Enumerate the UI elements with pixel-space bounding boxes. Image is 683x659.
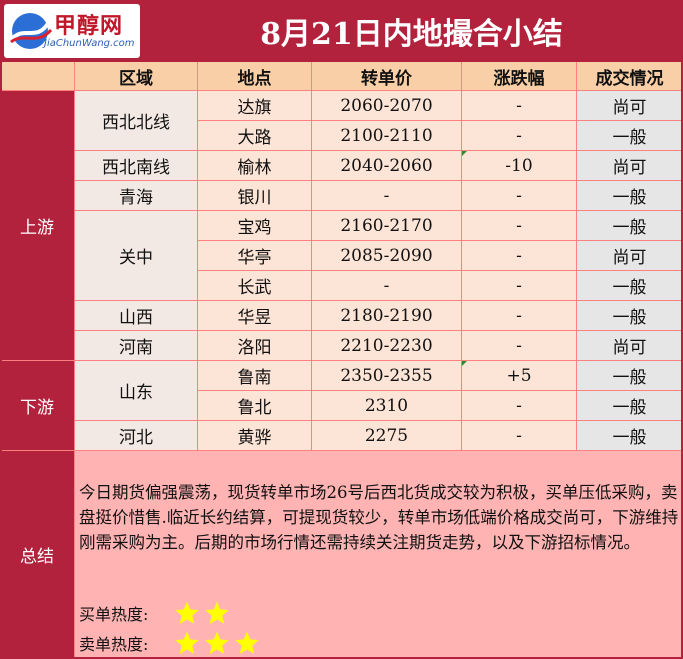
region-cell: 河北 <box>75 421 198 451</box>
deal-cell: 一般 <box>577 361 683 391</box>
header-change: 涨跌幅 <box>462 62 577 91</box>
price-cell: 2275 <box>312 421 462 451</box>
place-cell: 宝鸡 <box>198 211 312 241</box>
place-cell: 华昱 <box>198 301 312 331</box>
place-cell: 黄骅 <box>198 421 312 451</box>
place-cell: 达旗 <box>198 91 312 121</box>
star-icon <box>175 631 200 654</box>
change-cell: - <box>462 301 577 331</box>
buy-heat-label: 买单热度: <box>79 605 149 624</box>
deal-cell: 一般 <box>577 271 683 301</box>
change-cell: -10 <box>462 151 577 181</box>
place-cell: 鲁北 <box>198 391 312 421</box>
sell-heat-stars <box>174 630 260 656</box>
deal-cell: 一般 <box>577 121 683 151</box>
price-cell: - <box>312 271 462 301</box>
sell-heat-label: 卖单热度: <box>79 635 149 654</box>
region-cell: 西北南线 <box>75 151 198 181</box>
change-cell: - <box>462 241 577 271</box>
place-cell: 洛阳 <box>198 331 312 361</box>
star-icon <box>205 631 230 654</box>
deal-cell: 一般 <box>577 181 683 211</box>
section-downstream: 下游 <box>0 361 75 451</box>
region-cell: 关中 <box>75 211 198 301</box>
change-cell: - <box>462 181 577 211</box>
comment-marker-icon <box>462 151 467 156</box>
summary-sheet: 甲醇网 JiaChunWang.com 8月21日内地撮合小结 区域 地点 转单价涨… <box>0 0 683 659</box>
star-icon <box>175 601 200 624</box>
place-cell: 华亭 <box>198 241 312 271</box>
change-cell: - <box>462 121 577 151</box>
logo-url: JiaChunWang.com <box>44 38 135 49</box>
region-cell: 西北北线 <box>75 91 198 151</box>
price-cell: 2060-2070 <box>312 91 462 121</box>
change-cell: - <box>462 331 577 361</box>
change-cell: - <box>462 91 577 121</box>
change-cell: - <box>462 421 577 451</box>
summary-text: 今日期货偏强震荡，现货转单市场26号后西北货成交较为积极，买单压低采购，卖盘挺价… <box>79 483 679 552</box>
change-cell: +5 <box>462 361 577 391</box>
logo: 甲醇网 JiaChunWang.com <box>4 4 140 58</box>
deal-cell: 尚可 <box>577 331 683 361</box>
deal-cell: 一般 <box>577 421 683 451</box>
sell-heat-row: 卖单热度: <box>75 628 683 658</box>
page-title: 8月21日内地撮合小结 <box>260 17 563 52</box>
deal-cell: 尚可 <box>577 91 683 121</box>
price-cell: 2180-2190 <box>312 301 462 331</box>
region-cell: 青海 <box>75 181 198 211</box>
change-cell: - <box>462 271 577 301</box>
header-deal: 成交情况 <box>577 62 683 91</box>
price-cell: 2210-2230 <box>312 331 462 361</box>
header-region: 区域 <box>75 62 198 91</box>
section-upstream: 上游 <box>0 91 75 361</box>
price-cell: - <box>312 181 462 211</box>
deal-cell: 尚可 <box>577 241 683 271</box>
place-cell: 大路 <box>198 121 312 151</box>
price-cell: 2310 <box>312 391 462 421</box>
deal-cell: 一般 <box>577 391 683 421</box>
header-place: 地点 <box>198 62 312 91</box>
price-cell: 2100-2110 <box>312 121 462 151</box>
change-cell: - <box>462 391 577 421</box>
section-summary: 总结 <box>0 451 75 659</box>
deal-cell: 尚可 <box>577 151 683 181</box>
star-icon <box>235 631 260 654</box>
place-cell: 鲁南 <box>198 361 312 391</box>
region-cell: 河南 <box>75 331 198 361</box>
region-cell: 山东 <box>75 361 198 421</box>
header-corner <box>0 62 75 91</box>
buy-heat-stars <box>174 600 230 626</box>
price-cell: 2160-2170 <box>312 211 462 241</box>
star-icon <box>205 601 230 624</box>
place-cell: 银川 <box>198 181 312 211</box>
deal-cell: 一般 <box>577 211 683 241</box>
price-cell: 2040-2060 <box>312 151 462 181</box>
logo-text: 甲醇网 <box>54 13 124 39</box>
price-cell: 2085-2090 <box>312 241 462 271</box>
buy-heat-row: 买单热度: <box>75 598 683 628</box>
place-cell: 榆林 <box>198 151 312 181</box>
header-price: 转单价 <box>312 62 462 91</box>
region-cell: 山西 <box>75 301 198 331</box>
summary-box: 今日期货偏强震荡，现货转单市场26号后西北货成交较为积极，买单压低采购，卖盘挺价… <box>75 452 683 595</box>
comment-marker-icon <box>462 361 467 366</box>
deal-cell: 一般 <box>577 301 683 331</box>
change-cell: - <box>462 211 577 241</box>
price-cell: 2350-2355 <box>312 361 462 391</box>
place-cell: 长武 <box>198 271 312 301</box>
